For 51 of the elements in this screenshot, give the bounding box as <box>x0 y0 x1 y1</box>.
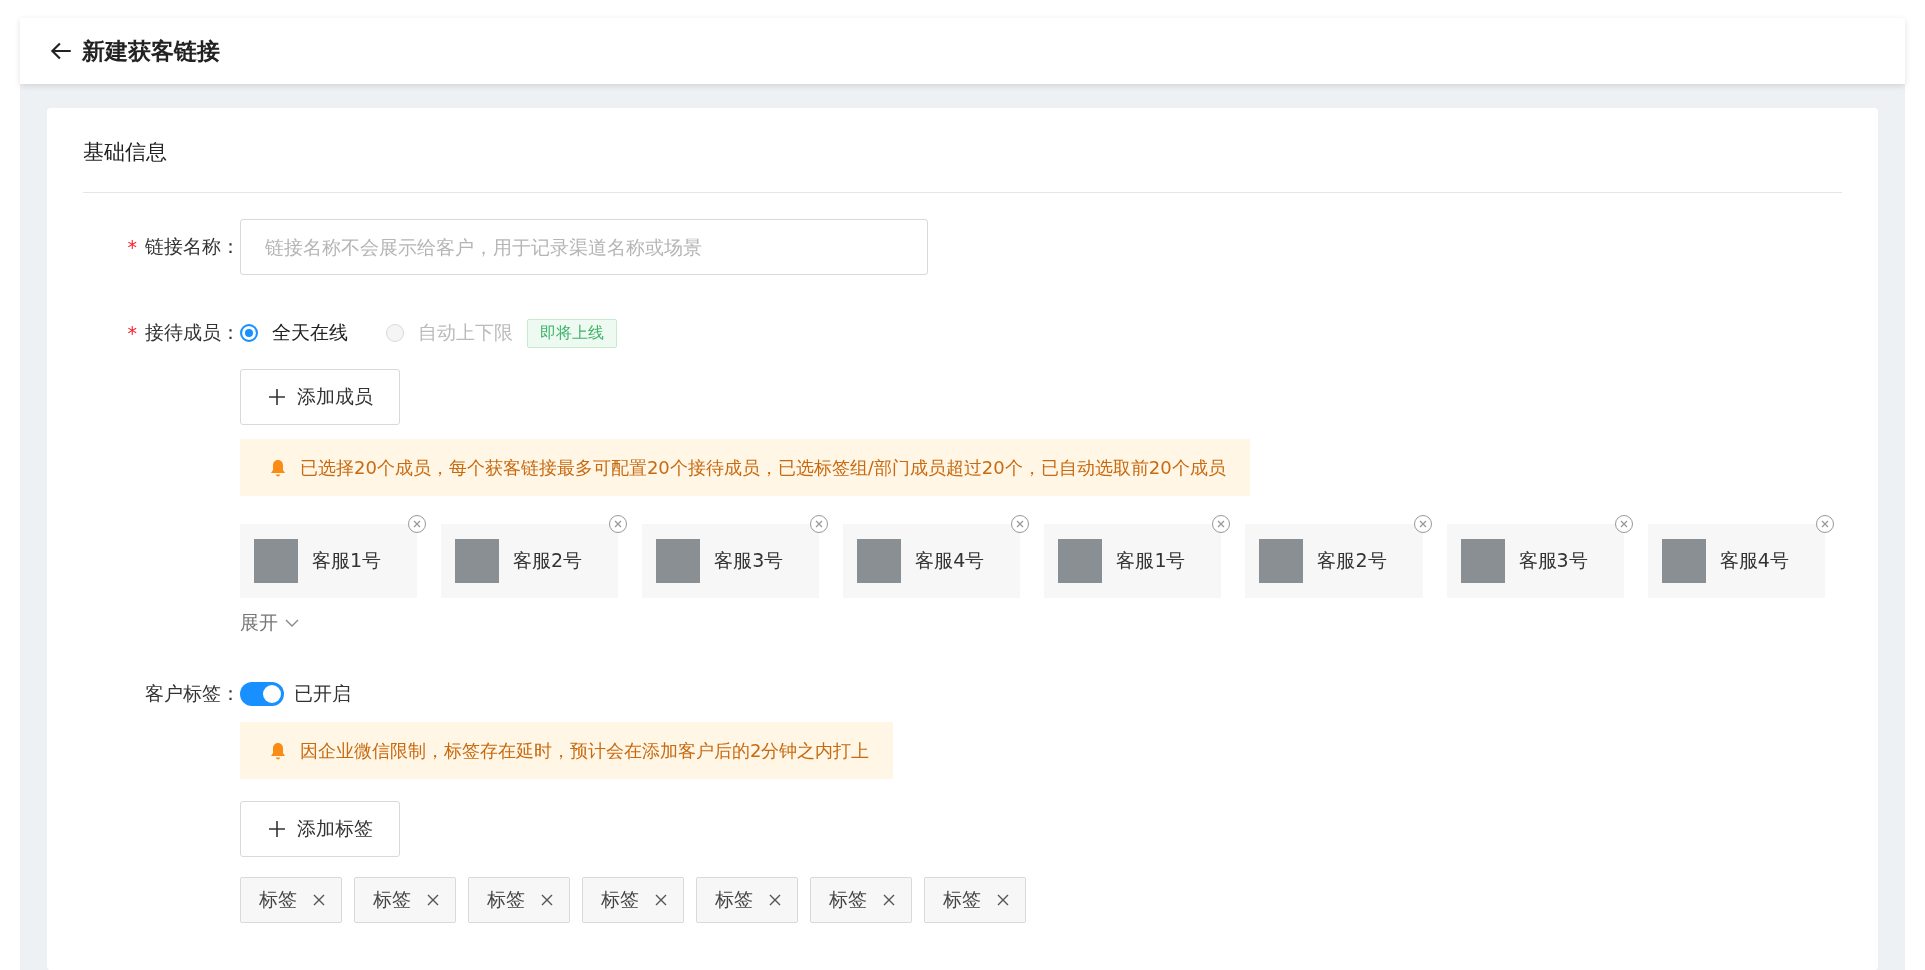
close-icon[interactable] <box>767 892 783 908</box>
avatar-placeholder <box>656 539 701 583</box>
bell-icon <box>268 740 288 761</box>
notice-text: 已选择20个成员，每个获客链接最多可配置20个接待成员，已选标签组/部门成员超过20个，已自动选取前20个成员 <box>300 455 1226 480</box>
close-icon[interactable] <box>881 892 897 908</box>
member-name: 客服1号 <box>312 548 382 573</box>
expand-link[interactable]: 展开 <box>240 610 300 636</box>
avatar-placeholder <box>1460 539 1505 583</box>
toggle-status: 已开启 <box>294 681 351 706</box>
avatar-placeholder <box>254 539 298 583</box>
tag-label: 标签 <box>373 887 411 912</box>
bell-icon <box>268 457 288 478</box>
field-label: 客户标签： <box>145 681 240 706</box>
link-name-input[interactable]: 链接名称不会展示给客户，用于记录渠道名称或场景 <box>240 219 928 275</box>
avatar-placeholder <box>1661 539 1706 583</box>
toggle-switch[interactable] <box>240 682 284 706</box>
tag-label: 标签 <box>943 887 981 912</box>
avatar-placeholder <box>1058 539 1103 583</box>
required-asterisk: * <box>127 236 137 258</box>
member-name: 客服3号 <box>1518 548 1588 573</box>
member-name: 客服4号 <box>1719 548 1789 573</box>
member-name: 客服2号 <box>1317 548 1387 573</box>
tag-label: 标签 <box>487 887 525 912</box>
close-icon[interactable] <box>653 892 669 908</box>
member-name: 客服3号 <box>714 548 784 573</box>
close-icon[interactable] <box>995 892 1011 908</box>
radio-option[interactable]: 全天在线 <box>240 320 348 346</box>
notice-text: 因企业微信限制，标签存在延时，预计会在添加客户后的2分钟之内打上 <box>300 738 870 763</box>
plus-icon <box>267 819 287 839</box>
plus-icon <box>267 387 287 407</box>
field-label: 链接名称： <box>145 234 240 259</box>
required-asterisk: * <box>127 322 137 344</box>
tag-label: 标签 <box>829 887 867 912</box>
member-name: 客服1号 <box>1116 548 1186 573</box>
page-title: 新建获客链接 <box>82 36 220 66</box>
close-icon[interactable] <box>425 892 441 908</box>
close-icon[interactable] <box>539 892 555 908</box>
avatar-placeholder <box>455 539 500 583</box>
field-label: 接待成员： <box>145 320 240 345</box>
tag-label: 标签 <box>715 887 753 912</box>
add-tag-button[interactable]: 添加标签 <box>240 801 400 857</box>
tag-label: 标签 <box>601 887 639 912</box>
add-member-button[interactable]: 添加成员 <box>240 369 400 425</box>
section-title: 基础信息 <box>83 139 168 166</box>
avatar-placeholder <box>857 539 902 583</box>
member-name: 客服2号 <box>513 548 583 573</box>
tag-label: 标签 <box>259 887 297 912</box>
coming-soon-badge: 即将上线 <box>527 318 617 348</box>
avatar-placeholder <box>1259 539 1304 583</box>
member-name: 客服4号 <box>915 548 985 573</box>
close-icon[interactable] <box>311 892 327 908</box>
